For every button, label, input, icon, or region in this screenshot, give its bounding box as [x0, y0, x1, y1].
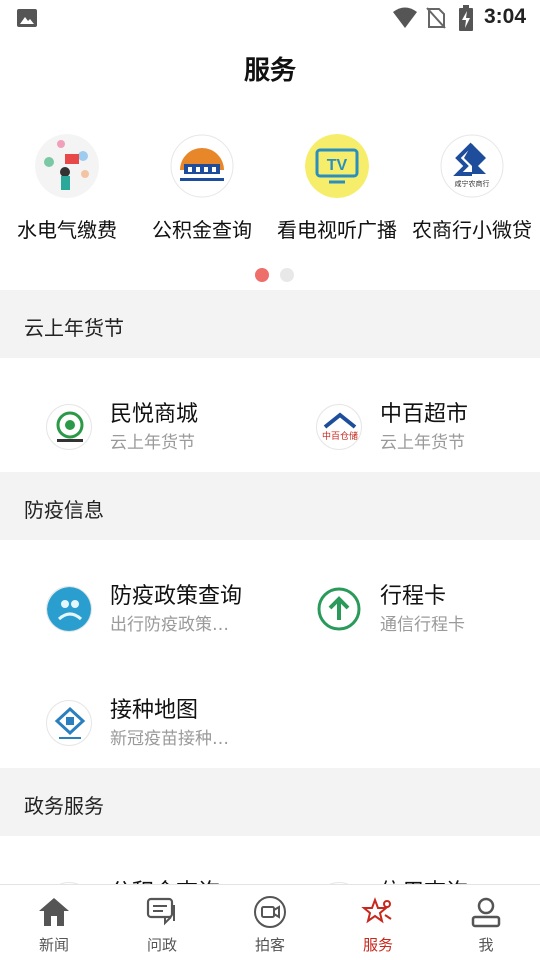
- housing-fund-icon: [170, 134, 234, 198]
- carousel-item-rural-bank[interactable]: 咸宁农商行 农商行小微贷: [405, 134, 539, 243]
- travel-card-icon: [316, 586, 362, 632]
- tab-reporter[interactable]: 拍客: [216, 895, 324, 955]
- section-title: 云上年货节: [24, 316, 124, 340]
- rural-bank-icon: 咸宁农商行: [440, 134, 504, 198]
- service-subtitle: 出行防疫政策…: [110, 615, 229, 635]
- service-epidemic-policy[interactable]: 防疫政策查询 出行防疫政策…: [46, 578, 276, 638]
- section-title: 防疫信息: [24, 498, 104, 522]
- bank-logo-text: 咸宁农商行: [455, 179, 490, 188]
- service-zhongbai-supermarket[interactable]: 中百仓储 中百超市 云上年货节: [316, 396, 536, 456]
- service-star-icon: [361, 897, 392, 924]
- user-icon: [471, 897, 501, 928]
- service-subtitle: 新冠疫苗接种…: [110, 729, 229, 749]
- tab-inquiry[interactable]: 问政: [108, 895, 216, 955]
- service-subtitle: 云上年货节: [110, 433, 195, 453]
- pagination-dot-active[interactable]: [255, 268, 269, 282]
- carousel-pagination: [255, 268, 295, 282]
- service-vaccination-map[interactable]: 接种地图 新冠疫苗接种…: [46, 692, 276, 752]
- service-subtitle: 通信行程卡: [380, 615, 465, 635]
- tv-badge-text: TV: [327, 157, 348, 174]
- page-title: 服务: [243, 56, 296, 86]
- carousel-label: 公积金查询: [152, 218, 252, 242]
- service-title: 中百超市: [380, 402, 469, 427]
- utilities-payment-icon: [35, 134, 99, 198]
- battery-charging-icon: [459, 5, 473, 31]
- tv-icon: TV: [305, 134, 369, 198]
- wifi-icon: [393, 7, 417, 28]
- service-title: 行程卡: [380, 584, 447, 609]
- carousel-item-tv-radio[interactable]: TV 看电视听广播: [270, 134, 404, 243]
- no-sim-icon: [426, 7, 446, 29]
- service-title: 防疫政策查询: [110, 584, 243, 609]
- zhongbai-supermarket-icon: 中百仓储: [316, 404, 362, 450]
- tab-label: 问政: [146, 936, 177, 954]
- tab-label: 我: [478, 936, 494, 954]
- service-minyue-mall[interactable]: 民悦商城 云上年货节: [46, 396, 266, 456]
- chat-icon: [146, 897, 175, 926]
- section-header-new-year: 云上年货节: [0, 290, 540, 358]
- image-notification-icon: [17, 9, 37, 27]
- tab-news[interactable]: 新闻: [0, 895, 108, 955]
- minyue-mall-icon: [46, 404, 92, 450]
- service-title: 民悦商城: [110, 402, 199, 427]
- bottom-tab-bar: 新闻 问政 拍客 服务 我: [0, 884, 540, 960]
- tab-label: 拍客: [254, 936, 285, 954]
- carousel-label: 水电气缴费: [17, 218, 117, 242]
- clock: 3:04: [484, 5, 527, 28]
- carousel-label: 农商行小微贷: [412, 218, 532, 242]
- carousel-item-utilities[interactable]: 水电气缴费: [0, 134, 134, 243]
- carousel-label: 看电视听广播: [277, 218, 397, 242]
- vaccination-map-icon: [46, 700, 92, 746]
- tab-me[interactable]: 我: [432, 895, 540, 955]
- pagination-dot[interactable]: [280, 268, 294, 282]
- section-header-epidemic: 防疫信息: [0, 472, 540, 540]
- zhongbai-logo-text: 中百仓储: [322, 430, 358, 442]
- screen: 3:04 服务 水电气缴费 公积金查询 TV 看电视听广播 咸宁农商行 农商行小…: [0, 0, 540, 960]
- home-icon: [39, 898, 69, 926]
- status-bar: 3:04: [0, 0, 540, 36]
- service-travel-card[interactable]: 行程卡 通信行程卡: [316, 578, 536, 638]
- service-subtitle: 云上年货节: [380, 433, 465, 453]
- tab-label: 服务: [362, 936, 393, 954]
- service-title: 接种地图: [110, 698, 199, 723]
- section-header-government: 政务服务: [0, 768, 540, 836]
- carousel-item-housing-fund[interactable]: 公积金查询: [135, 134, 269, 243]
- tab-service[interactable]: 服务: [324, 895, 432, 955]
- epidemic-policy-icon: [46, 586, 92, 632]
- tab-label: 新闻: [38, 936, 69, 954]
- section-title: 政务服务: [24, 794, 104, 818]
- video-camera-icon: [254, 896, 286, 928]
